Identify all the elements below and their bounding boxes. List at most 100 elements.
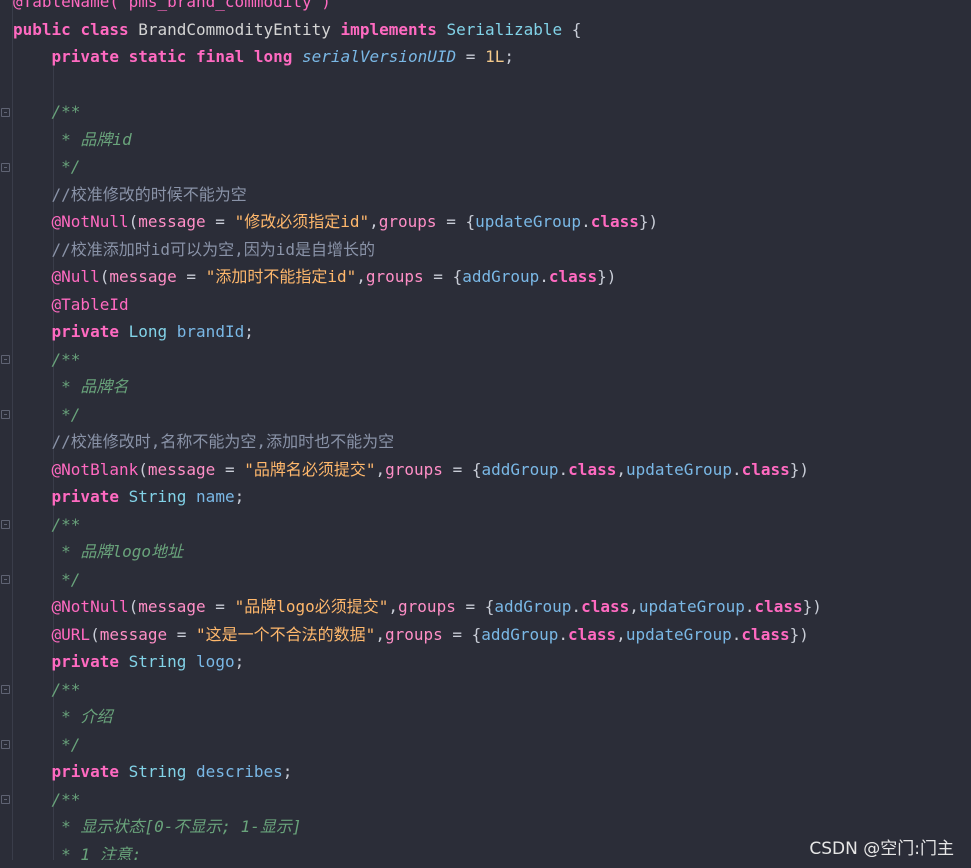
fold-marker-icon[interactable] [1, 410, 10, 419]
fold-marker-icon[interactable] [1, 575, 10, 584]
code-token: ; [504, 47, 514, 66]
code-token: }) [789, 460, 810, 479]
code-token: /** [51, 515, 81, 534]
fold-marker-icon[interactable] [1, 163, 10, 172]
code-token: /** [51, 790, 81, 809]
fold-marker-icon[interactable] [1, 795, 10, 804]
code-line[interactable]: //校准修改的时候不能为空 [13, 181, 247, 208]
code-token: , [616, 625, 626, 644]
code-token: }) [802, 597, 822, 616]
code-token: updateGroup [475, 212, 582, 231]
fold-marker-icon[interactable] [1, 685, 10, 694]
fold-marker-icon[interactable] [1, 520, 10, 529]
code-line[interactable]: * 介绍 [13, 703, 112, 730]
code-token: @NotBlank [51, 460, 139, 479]
code-line[interactable]: private String name; [13, 483, 245, 510]
code-line[interactable]: @TableId [13, 291, 129, 318]
code-line[interactable]: * 品牌id [13, 126, 132, 153]
code-token: */ [51, 735, 81, 754]
code-token: addGroup [481, 460, 559, 479]
code-line[interactable]: /** [13, 98, 81, 125]
code-token: groups [398, 597, 456, 616]
code-token: = [167, 625, 197, 644]
code-token: updateGroup [625, 625, 732, 644]
code-line[interactable]: public class BrandCommodityEntity implem… [13, 16, 581, 43]
code-token: final [196, 47, 245, 66]
code-token: describes [196, 762, 283, 781]
code-token: brandId [176, 322, 245, 341]
code-line[interactable]: @NotBlank(message = "品牌名必须提交",groups = {… [13, 456, 810, 483]
code-line[interactable]: private String logo; [13, 648, 245, 675]
code-line[interactable]: @TableName("pms_brand_commodity") [13, 0, 331, 15]
code-token: "这是一个不合法的数据" [196, 625, 376, 644]
code-line[interactable]: @NotNull(message = "修改必须指定id",groups = {… [13, 208, 659, 235]
code-token: addGroup [481, 625, 559, 644]
code-token: = [205, 212, 235, 231]
fold-marker-icon[interactable] [1, 355, 10, 364]
code-token: message [138, 597, 206, 616]
code-token: /** [51, 350, 81, 369]
code-token: }) [789, 625, 809, 644]
code-line[interactable]: private Long brandId; [13, 318, 254, 345]
code-line[interactable]: @NotNull(message = "品牌logo必须提交",groups =… [13, 593, 822, 620]
code-token: "品牌名必须提交" [244, 460, 376, 479]
code-line[interactable]: @URL(message = "这是一个不合法的数据",groups = {ad… [13, 621, 809, 648]
code-line[interactable]: /** [13, 786, 81, 813]
code-line[interactable]: //校准修改时,名称不能为空,添加时也不能为空 [13, 428, 395, 455]
code-token: ( [138, 460, 148, 479]
code-token: @NotNull [51, 212, 129, 231]
code-token: ; [234, 487, 245, 506]
code-line[interactable]: */ [13, 731, 80, 758]
code-token: class [754, 597, 803, 616]
bottom-strip [0, 860, 971, 868]
code-token: = { [442, 460, 482, 479]
fold-marker-icon[interactable] [1, 108, 10, 117]
code-token: }) [597, 267, 617, 286]
code-token: . [731, 625, 742, 644]
watermark: CSDN @空门:门主 [809, 839, 954, 859]
code-token: . [558, 625, 568, 644]
code-token: logo [196, 652, 235, 671]
code-line[interactable]: /** [13, 511, 81, 538]
code-token: groups [384, 625, 443, 644]
code-token: class [581, 597, 630, 616]
code-token: , [388, 597, 399, 616]
code-token: * 显示状态[0-不显示; 1-显示] [51, 817, 302, 836]
code-token: "品牌logo必须提交" [234, 597, 389, 616]
code-token: private [51, 487, 119, 506]
code-token: @URL [51, 625, 91, 644]
code-token: @Null [51, 267, 100, 286]
code-line[interactable]: /** [13, 346, 81, 373]
code-token: ; [282, 762, 293, 781]
editor-gutter[interactable] [0, 0, 13, 868]
code-line[interactable]: * 品牌名 [13, 373, 128, 400]
code-token: /** [51, 102, 81, 121]
code-line[interactable]: /** [13, 676, 81, 703]
code-token: "添加时不能指定id" [205, 267, 357, 286]
code-line[interactable]: */ [13, 153, 80, 180]
code-line[interactable]: private static final long serialVersionU… [13, 43, 514, 70]
code-line[interactable]: */ [13, 566, 80, 593]
code-token: * 介绍 [51, 707, 113, 726]
fold-marker-icon[interactable] [1, 740, 10, 749]
code-token: class [568, 625, 617, 644]
code-token: String [128, 652, 187, 671]
code-token: @TableId [51, 295, 129, 314]
code-token: = { [423, 267, 463, 286]
code-line[interactable]: @Null(message = "添加时不能指定id",groups = {ad… [13, 263, 617, 290]
code-line[interactable]: private String describes; [13, 758, 293, 785]
code-token: @NotNull [51, 597, 129, 616]
code-line[interactable]: */ [13, 401, 80, 428]
code-token: updateGroup [638, 597, 745, 616]
code-token: ( [90, 625, 100, 644]
code-line[interactable]: * 显示状态[0-不显示; 1-显示] [13, 813, 302, 840]
code-line[interactable]: * 品牌logo地址 [13, 538, 183, 565]
code-line[interactable]: //校准添加时id可以为空,因为id是自增长的 [13, 236, 375, 263]
code-token: /** [51, 680, 81, 699]
code-token: String [128, 487, 187, 506]
code-token: ( [99, 267, 110, 286]
code-token: //校准修改时,名称不能为空,添加时也不能为空 [51, 432, 395, 451]
code-token: Serializable [446, 20, 563, 39]
code-token: { [562, 20, 582, 39]
code-token: class [741, 625, 790, 644]
